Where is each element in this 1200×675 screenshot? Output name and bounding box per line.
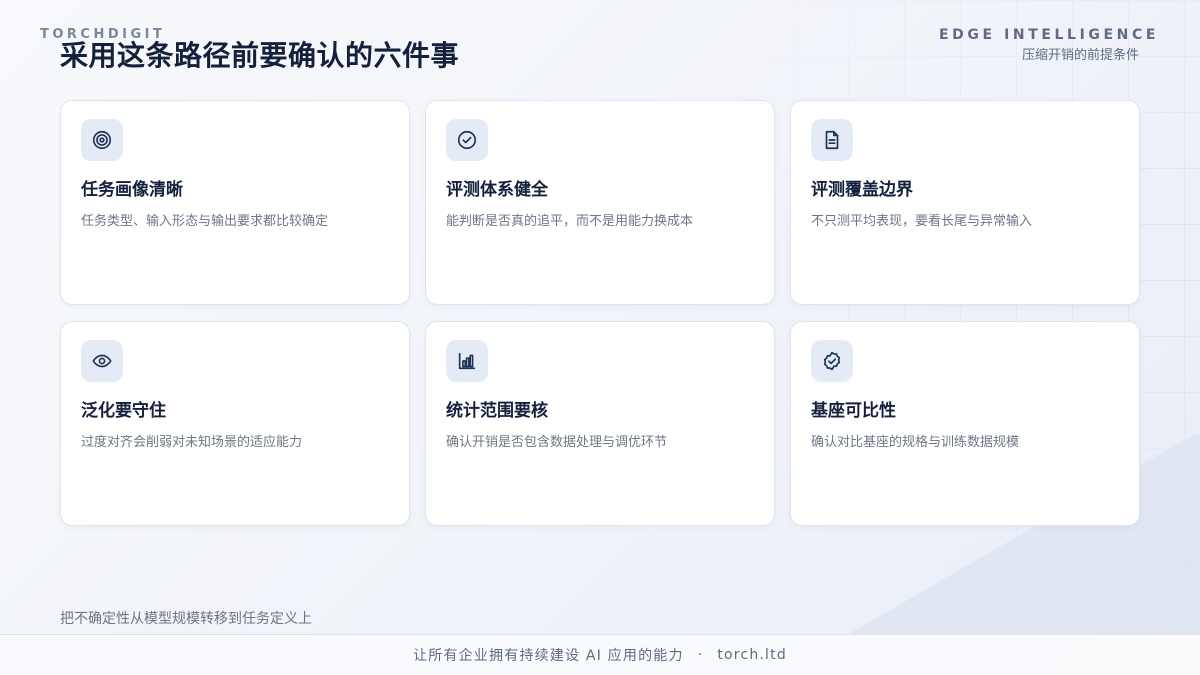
card-title: 评测体系健全: [446, 180, 548, 200]
card-title: 泛化要守住: [81, 401, 166, 421]
section-tag-label: EDGE INTELLIGENCE: [938, 27, 1159, 43]
card-title: 评测覆盖边界: [811, 180, 913, 200]
card-description: 不只测平均表现，要看长尾与异常输入: [811, 214, 1033, 229]
footer-bar: 让所有企业拥有持续建设 AI 应用的能力 · torch.ltd: [0, 634, 1200, 675]
footer-domain-link[interactable]: torch.ltd: [717, 647, 787, 663]
check-circle-icon: [446, 119, 488, 161]
card-description: 任务类型、输入形态与输出要求都比较确定: [81, 214, 329, 229]
card-base-comparability: 基座可比性 确认对比基座的规格与训练数据规模: [790, 321, 1140, 526]
footer-tagline: 让所有企业拥有持续建设 AI 应用的能力: [413, 648, 684, 664]
page-title: 采用这条路径前要确认的六件事: [60, 39, 460, 72]
target-icon: [81, 119, 123, 161]
card-task-profile: 任务画像清晰 任务类型、输入形态与输出要求都比较确定: [60, 100, 410, 305]
card-grid: 任务画像清晰 任务类型、输入形态与输出要求都比较确定 评测体系健全 能判断是否真…: [60, 100, 1140, 526]
card-eval-system: 评测体系健全 能判断是否真的追平，而不是用能力换成本: [425, 100, 775, 305]
footer-separator: ·: [697, 647, 704, 663]
badge-check-icon: [811, 340, 853, 382]
card-description: 能判断是否真的追平，而不是用能力换成本: [446, 214, 694, 229]
footnote: 把不确定性从模型规模转移到任务定义上: [60, 611, 312, 627]
section-tag: EDGE INTELLIGENCE 压缩开销的前提条件: [939, 27, 1159, 63]
card-title: 基座可比性: [811, 401, 896, 421]
card-eval-coverage: 评测覆盖边界 不只测平均表现，要看长尾与异常输入: [790, 100, 1140, 305]
card-title: 任务画像清晰: [81, 180, 183, 200]
card-description: 确认对比基座的规格与训练数据规模: [811, 435, 1020, 450]
card-title: 统计范围要核: [446, 401, 548, 421]
eye-icon: [81, 340, 123, 382]
card-description: 过度对齐会削弱对未知场景的适应能力: [81, 435, 303, 450]
card-stat-scope: 统计范围要核 确认开销是否包含数据处理与调优环节: [425, 321, 775, 526]
card-generalization: 泛化要守住 过度对齐会削弱对未知场景的适应能力: [60, 321, 410, 526]
section-tag-subtitle: 压缩开销的前提条件: [1021, 48, 1139, 63]
document-icon: [811, 119, 853, 161]
card-description: 确认开销是否包含数据处理与调优环节: [446, 435, 668, 450]
bar-chart-icon: [446, 340, 488, 382]
